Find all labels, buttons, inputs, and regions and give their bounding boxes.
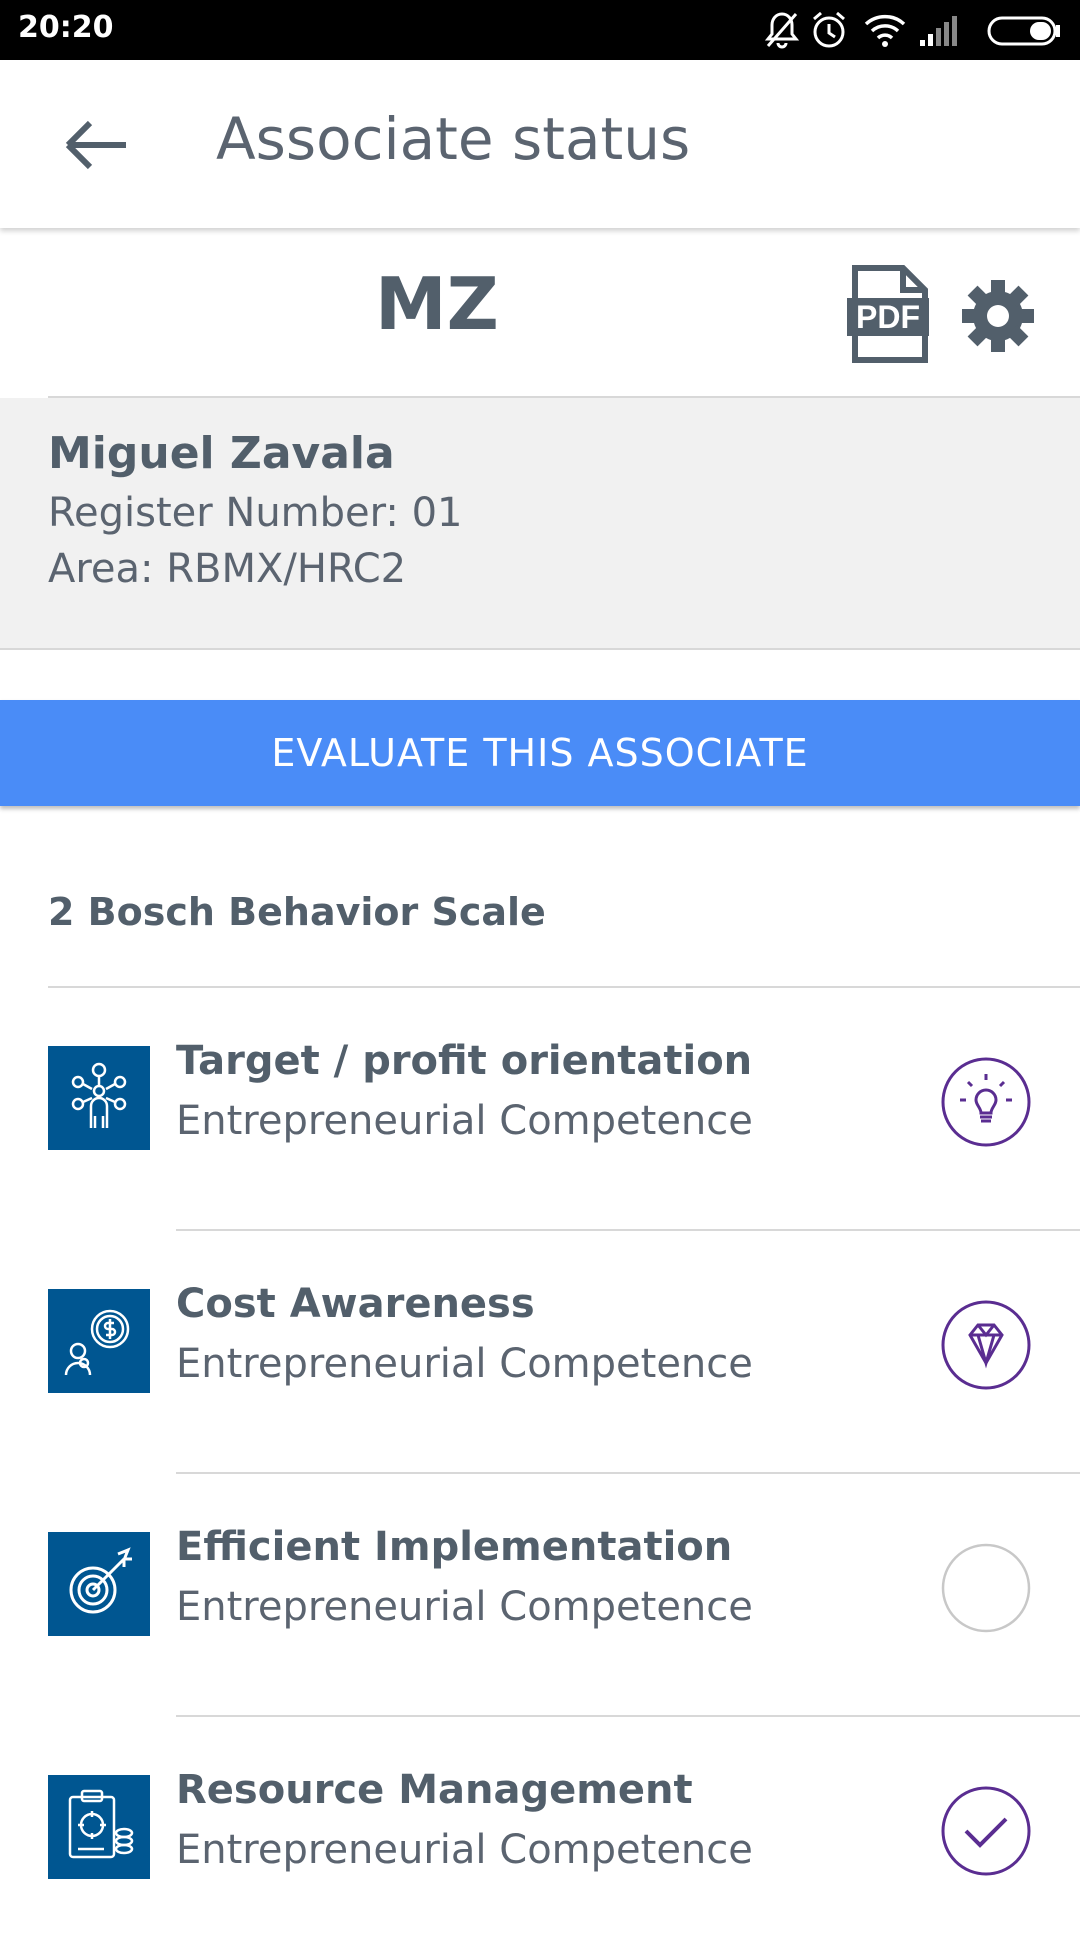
dollar-person-icon [48, 1289, 150, 1393]
item-subtitle: Entrepreneurial Competence [176, 1584, 753, 1630]
checkmark-icon [941, 1786, 1031, 1876]
item-subtitle: Entrepreneurial Competence [176, 1341, 753, 1387]
list-item[interactable]: Target / profit orientation Entrepreneur… [0, 988, 1080, 1231]
signal-icon [920, 16, 957, 46]
svg-text:PDF: PDF [856, 299, 920, 335]
arrow-left-icon[interactable] [60, 115, 132, 175]
empty-circle-icon [941, 1543, 1031, 1633]
evaluate-associate-button[interactable]: EVALUATE THIS ASSOCIATE [0, 700, 1080, 806]
list-item[interactable]: Cost Awareness Entrepreneurial Competenc… [0, 1231, 1080, 1474]
list-item[interactable]: Efficient Implementation Entrepreneurial… [0, 1474, 1080, 1717]
gear-icon[interactable] [960, 278, 1036, 354]
associate-info-card: Miguel Zavala Register Number: 01 Area: … [0, 398, 1080, 650]
status-time: 20:20 [18, 10, 114, 45]
pdf-icon[interactable]: PDF [845, 264, 931, 364]
bell-off-icon [764, 12, 800, 49]
network-person-icon [48, 1046, 150, 1150]
item-subtitle: Entrepreneurial Competence [176, 1098, 753, 1144]
app-bar: Associate status [0, 60, 1080, 228]
clipboard-coins-icon [48, 1775, 150, 1879]
target-arrow-icon [48, 1532, 150, 1636]
associate-area: Area: RBMX/HRC2 [48, 546, 407, 592]
associate-header: MZ PDF [0, 228, 1080, 396]
wifi-icon [864, 14, 906, 47]
alarm-icon [813, 11, 845, 48]
battery-icon [987, 16, 1060, 46]
status-bar: 20:20 [0, 0, 1080, 60]
item-title: Resource Management [176, 1767, 693, 1813]
lightbulb-icon [941, 1057, 1031, 1147]
associate-name: Miguel Zavala [48, 428, 395, 479]
associate-initials: MZ [375, 262, 499, 346]
item-title: Efficient Implementation [176, 1524, 733, 1570]
section-title: 2 Bosch Behavior Scale [48, 890, 546, 934]
diamond-icon [941, 1300, 1031, 1390]
item-subtitle: Entrepreneurial Competence [176, 1827, 753, 1873]
item-title: Cost Awareness [176, 1281, 535, 1327]
page-title: Associate status [216, 105, 691, 173]
register-number: Register Number: 01 [48, 490, 463, 536]
item-title: Target / profit orientation [176, 1038, 753, 1084]
list-item[interactable]: Resource Management Entrepreneurial Comp… [0, 1717, 1080, 1960]
